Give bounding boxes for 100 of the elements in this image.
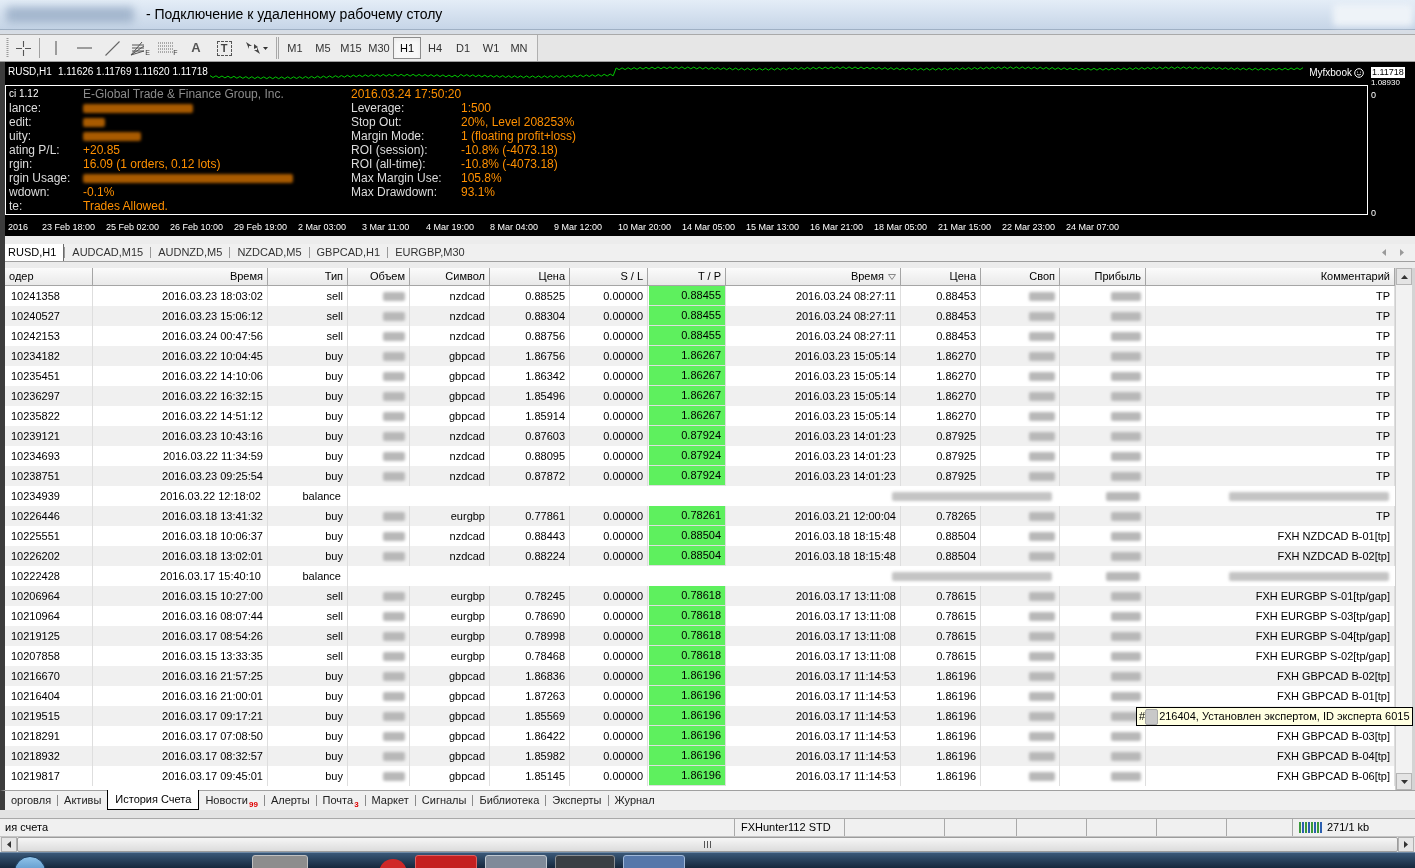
column-header[interactable]: Цена — [901, 268, 981, 286]
chart-tab[interactable]: AUDNZD,M5 — [151, 244, 230, 261]
blurred-value — [1111, 531, 1141, 541]
horizontal-scrollbar-thumb[interactable] — [17, 837, 1398, 852]
caret-icon — [262, 46, 268, 50]
panel-tab[interactable]: Библиотека — [473, 791, 546, 810]
brand-label: Myfxbook — [1309, 67, 1352, 78]
chart-tab[interactable]: AUDCAD,M15 — [65, 244, 151, 261]
scroll-left-button[interactable] — [1, 837, 17, 852]
unread-count: 99 — [248, 800, 258, 809]
timeframe-button[interactable]: M30 — [365, 37, 393, 59]
blurred-value — [383, 651, 405, 661]
time-axis-label: 29 Feb 19:00 — [234, 222, 289, 232]
take-profit-cell: 0.78618 — [649, 646, 726, 666]
blurred-value — [1029, 591, 1055, 601]
column-header[interactable]: S / L — [570, 268, 648, 286]
account-label: edit: — [9, 115, 33, 129]
column-header[interactable]: Прибыль — [1060, 268, 1146, 286]
stat-value: 105.8% — [461, 171, 503, 185]
blurred-value — [1111, 691, 1141, 701]
take-profit-cell: 0.87924 — [649, 446, 726, 466]
blurred-value — [383, 331, 405, 341]
toolbar-grip-icon — [6, 38, 9, 58]
timeframe-button[interactable]: M5 — [309, 37, 337, 59]
take-profit-cell: 0.78618 — [649, 606, 726, 626]
scroll-up-button[interactable] — [1396, 268, 1412, 285]
blurred-value — [1111, 631, 1141, 641]
text-tool-button[interactable]: A — [182, 37, 210, 59]
blurred-value — [383, 751, 405, 761]
time-axis-label: 24 Mar 07:00 — [1066, 222, 1121, 232]
blurred-value — [383, 551, 405, 561]
blurred-value — [1111, 551, 1141, 561]
column-header[interactable]: Своп — [981, 268, 1060, 286]
blurred-value — [1029, 671, 1055, 681]
blurred-value — [383, 391, 405, 401]
blurred-value — [383, 671, 405, 681]
time-axis-label: 4 Mar 19:00 — [426, 222, 476, 232]
account-value: Trades Allowed. — [83, 199, 168, 213]
time-axis-label: 14 Mar 05:00 — [682, 222, 737, 232]
column-header[interactable]: Символ — [410, 268, 490, 286]
time-axis-label: 21 Mar 15:00 — [938, 222, 993, 232]
panel-tab[interactable]: Сигналы — [415, 791, 473, 810]
take-profit-cell: 1.86267 — [649, 386, 726, 406]
dotted-lines-icon — [158, 42, 174, 55]
blurred-value — [383, 771, 405, 781]
take-profit-cell: 1.86267 — [649, 346, 726, 366]
time-axis-label: 10 Mar 20:00 — [618, 222, 673, 232]
timeframe-button[interactable]: D1 — [449, 37, 477, 59]
column-header[interactable]: Тип — [268, 268, 348, 286]
scale-label: 0 — [1371, 90, 1376, 100]
text-label-button[interactable]: T — [216, 40, 232, 56]
right-arrow-icon — [1404, 841, 1408, 848]
chart-tab[interactable]: GBPCAD,H1 — [309, 244, 388, 261]
stat-value: 93.1% — [461, 185, 497, 199]
traffic-text: 271/1 kb — [1327, 820, 1370, 836]
take-profit-cell: 1.86196 — [649, 686, 726, 706]
account-label: ating P/L: — [9, 143, 61, 157]
panel-tab[interactable]: Активы — [58, 791, 108, 810]
panel-tab[interactable]: Алерты — [264, 791, 316, 810]
indicator-version: ci 1.12 — [9, 87, 40, 101]
blurred-value — [1111, 391, 1141, 401]
blurred-value — [1029, 311, 1055, 321]
column-header[interactable]: Цена — [490, 268, 570, 286]
current-price-label: 1.11718 — [1371, 67, 1405, 78]
panel-tab[interactable]: орговля — [5, 791, 58, 810]
take-profit-cell: 0.87924 — [649, 426, 726, 446]
blurred-value — [383, 291, 405, 301]
timeframe-button[interactable]: H1 — [393, 37, 421, 59]
panel-tab[interactable]: Маркет — [365, 791, 415, 810]
column-header[interactable]: Время — [93, 268, 268, 286]
blurred-value — [1029, 451, 1055, 461]
timeframe-button[interactable]: H4 — [421, 37, 449, 59]
blurred-value — [1111, 731, 1141, 741]
column-header[interactable]: Объем — [348, 268, 410, 286]
scroll-right-button[interactable] — [1398, 837, 1414, 852]
column-header[interactable]: одер — [5, 268, 93, 286]
blurred-value — [1111, 411, 1141, 421]
timeframe-button[interactable]: M1 — [281, 37, 309, 59]
blurred-value — [1029, 731, 1055, 741]
panel-tab[interactable]: Журнал — [608, 791, 661, 810]
timeframe-button[interactable]: W1 — [477, 37, 505, 59]
timeframe-button[interactable]: M15 — [337, 37, 365, 59]
blurred-value — [1029, 611, 1055, 621]
stat-label: Stop Out: — [351, 115, 403, 129]
scroll-down-button[interactable] — [1396, 773, 1412, 790]
panel-tab[interactable]: История Счета — [107, 790, 200, 810]
column-header[interactable]: Время — [726, 268, 901, 286]
chart-tab[interactable]: EURGBP,M30 — [388, 244, 472, 261]
panel-tab[interactable]: Эксперты — [546, 791, 608, 810]
tooltip-prefix: # — [1138, 709, 1146, 725]
blurred-value — [383, 591, 405, 601]
chart-tab[interactable]: RUSD,H1 — [5, 244, 65, 261]
account-value: +20.85 — [83, 143, 121, 157]
timeframe-button[interactable]: MN — [505, 37, 533, 59]
take-profit-cell: 0.88504 — [649, 546, 726, 566]
stat-value: -10.8% (-4073.18) — [461, 143, 559, 157]
column-header[interactable]: Комментарий — [1146, 268, 1395, 286]
chart-tab[interactable]: NZDCAD,M5 — [230, 244, 309, 261]
column-header[interactable]: T / P — [648, 268, 726, 286]
blurred-value — [383, 431, 405, 441]
